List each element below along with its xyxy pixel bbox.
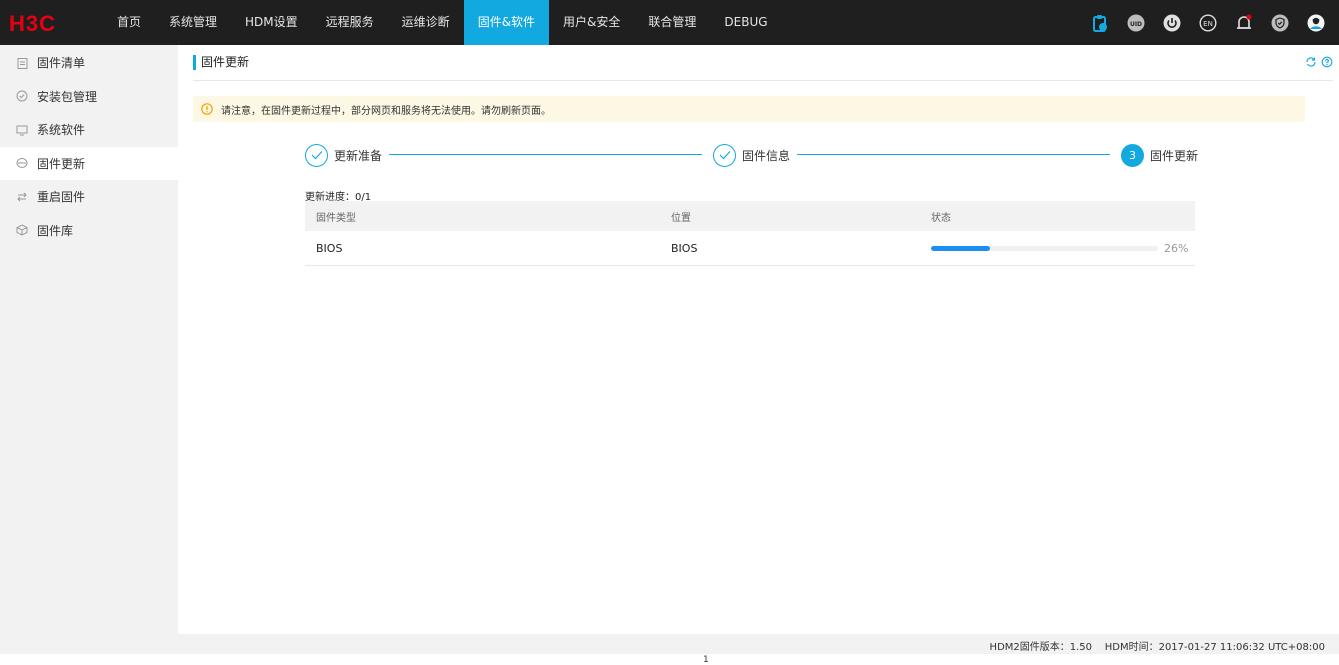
top-navigation-bar: H3C 首页 系统管理 HDM设置 远程服务 运维诊断 固件&软件 用户&安全 … [0, 0, 1339, 45]
sidebar-item-label: 安装包管理 [37, 89, 98, 104]
notice-text: 请注意，在固件更新过程中，部分网页和服务将无法使用。请勿刷新页面。 [221, 105, 551, 117]
nav-hdm-settings[interactable]: HDM设置 [231, 0, 312, 45]
footer: HDM2固件版本：1.50 HDM时间：2017-01-27 11:06:32 … [0, 634, 1339, 654]
step-prepare: 更新准备 [305, 143, 382, 167]
nav-diagnostics[interactable]: 运维诊断 [388, 0, 464, 45]
warning-notice: 请注意，在固件更新过程中，部分网页和服务将无法使用。请勿刷新页面。 [193, 96, 1305, 122]
page-title: 固件更新 [201, 55, 250, 69]
cell-status: 26% [920, 231, 1195, 265]
column-header-status: 状态 [931, 212, 951, 224]
nav-user-security[interactable]: 用户&安全 [549, 0, 634, 45]
step-connector-1 [389, 154, 702, 155]
clipboard-icon[interactable] [1091, 14, 1109, 32]
language-icon[interactable]: EN [1199, 13, 1217, 32]
table-row: BIOS BIOS 26% [305, 231, 1195, 266]
nav-home[interactable]: 首页 [103, 0, 155, 45]
sidebar-item-firmware-inventory[interactable]: 固件清单 [0, 46, 178, 80]
header-icons [1301, 56, 1333, 68]
cell-location: BIOS [671, 241, 698, 255]
sidebar-item-restart-firmware[interactable]: 重启固件 [0, 180, 178, 214]
sidebar-item-label: 固件库 [37, 223, 74, 238]
cube-icon [16, 224, 28, 236]
shield-icon[interactable] [1271, 14, 1289, 32]
top-icons: UID EN [1073, 0, 1325, 45]
svg-text:H3C: H3C [9, 12, 56, 34]
table-header: 固件类型 位置 状态 [305, 201, 1195, 231]
warning-icon [201, 103, 213, 115]
sidebar-item-package-management[interactable]: 安装包管理 [0, 80, 178, 114]
progress-percent: 26% [1164, 241, 1189, 255]
sidebar-item-firmware-library[interactable]: 固件库 [0, 214, 178, 248]
sidebar-item-label: 固件更新 [37, 156, 86, 171]
uid-icon-text: UID [1130, 21, 1142, 28]
page-header: 固件更新 [193, 53, 1333, 81]
cell-firmware-type: BIOS [316, 241, 343, 255]
step-firmware-update: 3 固件更新 [1121, 143, 1198, 167]
sidebar: 固件清单 安装包管理 系统软件 固件更新 重启固件 固件库 [0, 45, 178, 634]
main-content: 固件更新 请注意，在固件更新过程中，部分网页和服务将无法使用。请勿刷新页面。 更… [178, 45, 1339, 634]
step-label: 固件信息 [742, 148, 791, 163]
clipboard-icon [16, 57, 28, 69]
step-connector-2 [797, 154, 1110, 155]
column-header-location: 位置 [671, 212, 691, 224]
power-icon[interactable] [1163, 14, 1181, 32]
check-icon [713, 143, 736, 167]
progress-fill [931, 245, 991, 251]
main-nav: 首页 系统管理 HDM设置 远程服务 运维诊断 固件&软件 用户&安全 联合管理… [103, 0, 782, 45]
help-icon[interactable] [1321, 56, 1333, 68]
bell-icon[interactable] [1235, 14, 1253, 32]
nav-debug[interactable]: DEBUG [710, 0, 781, 45]
monitor-icon [16, 124, 28, 136]
sidebar-item-label: 系统软件 [37, 123, 86, 138]
user-avatar-icon[interactable] [1307, 14, 1325, 32]
package-icon [16, 90, 28, 102]
firmware-table: 固件类型 位置 状态 BIOS BIOS 26% [305, 201, 1195, 266]
sidebar-item-firmware-update[interactable]: 固件更新 [0, 146, 178, 180]
uid-icon[interactable]: UID [1127, 14, 1145, 32]
step-label: 固件更新 [1150, 148, 1199, 163]
sidebar-item-system-software[interactable]: 系统软件 [0, 113, 178, 147]
nav-system-management[interactable]: 系统管理 [155, 0, 231, 45]
column-header-type: 固件类型 [316, 212, 356, 224]
step-firmware-info: 固件信息 [713, 143, 790, 167]
sidebar-item-label: 固件清单 [37, 56, 86, 71]
h3c-logo[interactable]: H3C [9, 12, 75, 34]
step-label: 更新准备 [334, 148, 383, 163]
language-icon-text: EN [1203, 20, 1213, 28]
update-steps: 更新准备 固件信息 3 固件更新 [305, 143, 1198, 167]
refresh-icon[interactable] [1305, 56, 1317, 68]
progress-bar [931, 245, 1158, 251]
sidebar-item-label: 重启固件 [37, 190, 86, 205]
step-number: 3 [1121, 143, 1144, 167]
nav-remote-service[interactable]: 远程服务 [312, 0, 388, 45]
nav-firmware-software[interactable]: 固件&软件 [463, 0, 550, 45]
title-accent-bar [193, 55, 196, 70]
restart-icon [16, 191, 28, 203]
check-icon [305, 143, 328, 167]
footer-version-time: HDM2固件版本：1.50 HDM时间：2017-01-27 11:06:32 … [989, 642, 1325, 653]
update-icon [16, 157, 28, 169]
nav-federation[interactable]: 联合管理 [634, 0, 710, 45]
